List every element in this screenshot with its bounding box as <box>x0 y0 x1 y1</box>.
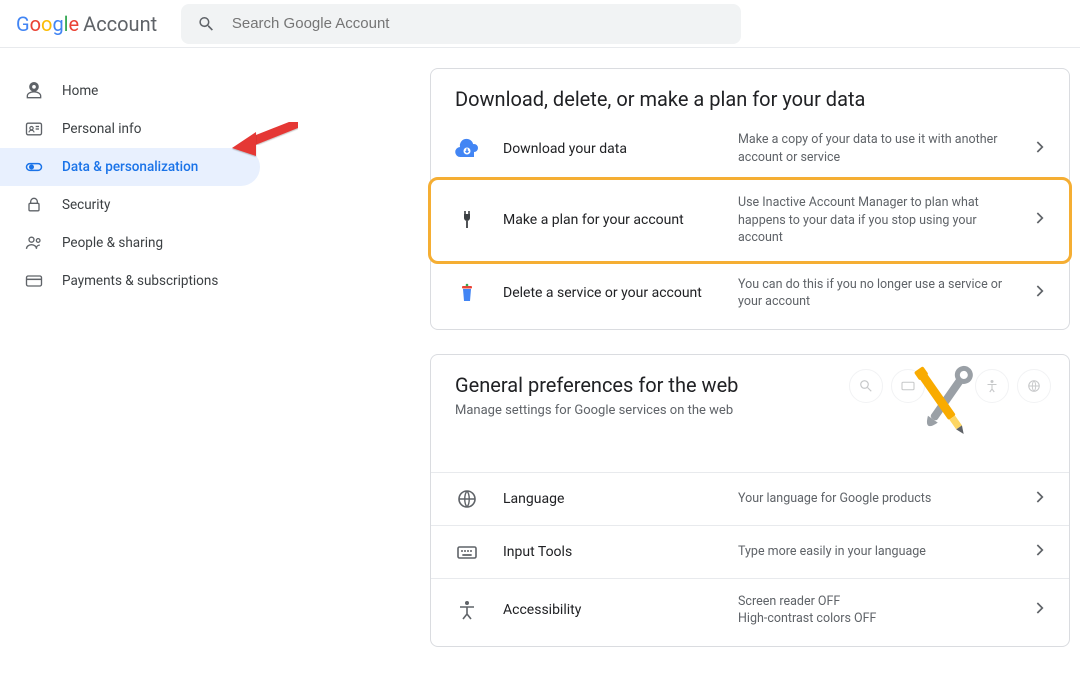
sidebar-item-personal-info[interactable]: Personal info <box>0 110 260 148</box>
row-label: Make a plan for your account <box>503 212 738 228</box>
people-icon <box>24 233 44 253</box>
sidebar-item-label: Payments & subscriptions <box>62 273 218 289</box>
row-accessibility[interactable]: Accessibility Screen reader OFF High-con… <box>431 578 1069 642</box>
accessibility-icon <box>455 598 479 622</box>
chevron-right-icon <box>1029 540 1049 564</box>
keyboard-pref-icon <box>891 369 925 403</box>
data-management-card: Download, delete, or make a plan for you… <box>430 68 1070 330</box>
sidebar-item-label: Security <box>62 197 110 213</box>
row-description: You can do this if you no longer use a s… <box>738 276 1017 311</box>
search-pref-icon <box>849 369 883 403</box>
trash-icon <box>455 281 479 305</box>
row-description: Your language for Google products <box>738 490 1017 508</box>
row-label: Input Tools <box>503 544 738 560</box>
accessibility-pref-icon <box>975 369 1009 403</box>
row-delete-service[interactable]: Delete a service or your account You can… <box>431 261 1069 325</box>
sidebar: Home Personal info Data & personalizatio… <box>0 48 260 691</box>
chevron-right-icon <box>1029 281 1049 305</box>
sidebar-item-label: Personal info <box>62 121 141 137</box>
sidebar-item-security[interactable]: Security <box>0 186 260 224</box>
row-input-tools[interactable]: Input Tools Type more easily in your lan… <box>431 525 1069 578</box>
sidebar-item-label: Data & personalization <box>62 159 198 175</box>
card-title: Download, delete, or make a plan for you… <box>431 69 1069 117</box>
chevron-right-icon <box>1029 598 1049 622</box>
header: Google Account <box>0 0 1080 48</box>
chevron-right-icon <box>1029 208 1049 232</box>
row-description: Type more easily in your language <box>738 543 1017 561</box>
cloud-download-icon <box>455 137 479 161</box>
sidebar-item-payments-subscriptions[interactable]: Payments & subscriptions <box>0 262 260 300</box>
globe-icon <box>455 487 479 511</box>
card-subtitle: Manage settings for Google services on t… <box>431 403 1069 432</box>
globe-pref-icon <box>1017 369 1051 403</box>
sidebar-item-people-sharing[interactable]: People & sharing <box>0 224 260 262</box>
row-download-data[interactable]: Download your data Make a copy of your d… <box>431 117 1069 180</box>
chevron-right-icon <box>1029 487 1049 511</box>
row-language[interactable]: Language Your language for Google produc… <box>431 472 1069 525</box>
id-card-icon <box>24 119 44 139</box>
row-make-plan[interactable]: Make a plan for your account Use Inactiv… <box>428 177 1072 264</box>
sidebar-item-data-personalization[interactable]: Data & personalization <box>0 148 260 186</box>
plug-icon <box>455 208 479 232</box>
row-label: Accessibility <box>503 602 738 618</box>
row-label: Delete a service or your account <box>503 285 738 301</box>
search-container[interactable] <box>181 4 741 44</box>
sidebar-item-home[interactable]: Home <box>0 72 260 110</box>
sidebar-item-label: People & sharing <box>62 235 163 251</box>
row-description: Make a copy of your data to use it with … <box>738 131 1017 166</box>
home-icon <box>24 81 44 101</box>
row-description: Screen reader OFF High-contrast colors O… <box>738 593 1017 628</box>
row-description: Use Inactive Account Manager to plan wha… <box>738 194 1017 247</box>
credit-card-icon <box>24 271 44 291</box>
search-input[interactable] <box>232 15 725 32</box>
row-label: Download your data <box>503 141 738 157</box>
general-preferences-card: General preferences for the web Manage s… <box>430 354 1070 647</box>
logo-account-word: Account <box>83 12 157 36</box>
preference-category-icons <box>849 369 1051 403</box>
toggle-icon <box>24 157 44 177</box>
lock-icon <box>24 195 44 215</box>
search-icon <box>197 14 216 34</box>
sidebar-item-label: Home <box>62 83 98 99</box>
row-label: Language <box>503 491 738 507</box>
chevron-right-icon <box>1029 137 1049 161</box>
main-content: Download, delete, or make a plan for you… <box>260 48 1080 691</box>
google-account-logo: Google Account <box>16 12 157 36</box>
keyboard-icon <box>455 540 479 564</box>
